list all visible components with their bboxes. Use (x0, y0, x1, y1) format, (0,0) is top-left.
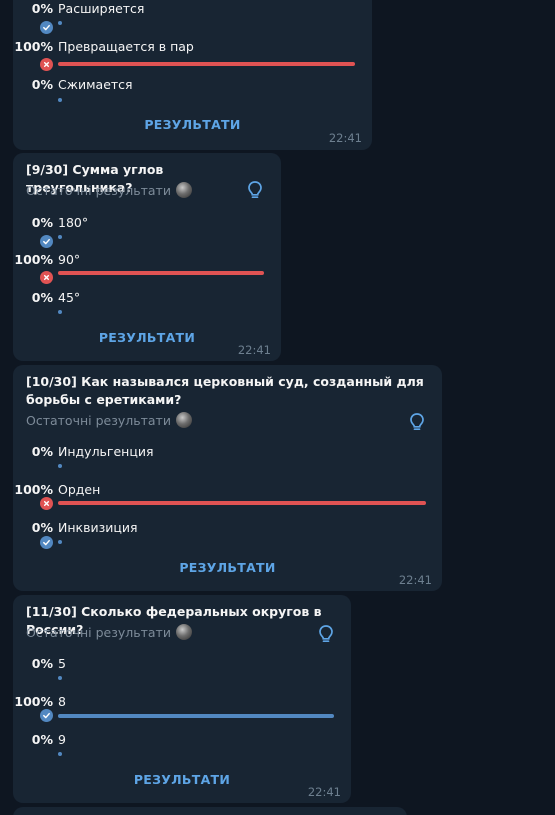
option-percent: 0% (31, 732, 53, 747)
next-message (13, 807, 407, 815)
option-text: Орден (58, 482, 101, 497)
results-button[interactable]: РЕЗУЛЬТАТИ (13, 772, 351, 787)
result-bar (58, 271, 264, 275)
results-button[interactable]: РЕЗУЛЬТАТИ (13, 560, 442, 575)
poll-option-3: 0% Сжимается (13, 76, 372, 112)
poll-option-2: 100% Превращается в пар (13, 38, 372, 74)
option-text: 45° (58, 290, 81, 305)
option-percent: 0% (31, 290, 53, 305)
poll-option-2: 100% 90° (13, 251, 281, 287)
poll-message-8: 0% Расширяется 100% Превращается в пар 0… (13, 0, 372, 150)
poll-subtitle: Остаточні результати (26, 182, 192, 198)
result-bar (58, 21, 62, 25)
voter-avatar (175, 412, 192, 428)
result-bar (58, 62, 355, 66)
voter-avatar (175, 182, 192, 198)
option-percent: 100% (14, 252, 53, 267)
option-text: Расширяется (58, 1, 145, 16)
poll-message-9: [9/30] Сумма углов треугольника? Остаточ… (13, 153, 281, 361)
cross-icon (40, 497, 53, 510)
result-bar (58, 714, 334, 718)
lightbulb-icon[interactable] (317, 624, 335, 644)
option-text: 180° (58, 215, 89, 230)
cross-icon (40, 271, 53, 284)
result-bar (58, 676, 62, 680)
poll-option-2: 100% Орден (13, 481, 442, 517)
poll-option-2: 100% 8 (13, 693, 351, 729)
poll-question: [10/30] Как назывался церковный суд, соз… (26, 374, 424, 407)
option-text: 5 (58, 656, 66, 671)
option-percent: 0% (31, 520, 53, 535)
option-percent: 0% (31, 77, 53, 92)
check-icon (40, 536, 53, 549)
option-text: Сжимается (58, 77, 133, 92)
option-text: 90° (58, 252, 81, 267)
option-text: 9 (58, 732, 66, 747)
message-time: 22:41 (237, 343, 271, 357)
poll-option-1: 0% 180° (13, 214, 281, 250)
results-button[interactable]: РЕЗУЛЬТАТИ (13, 117, 372, 132)
option-percent: 100% (14, 39, 53, 54)
option-percent: 0% (31, 656, 53, 671)
option-text: Индульгенция (58, 444, 154, 459)
poll-subtitle: Остаточні результати (26, 412, 192, 428)
poll-option-3: 0% 45° (13, 289, 281, 325)
result-bar (58, 501, 426, 505)
check-icon (40, 709, 53, 722)
poll-option-1: 0% 5 (13, 655, 351, 691)
option-percent: 0% (31, 215, 53, 230)
poll-option-3: 0% 9 (13, 731, 351, 767)
poll-option-1: 0% Индульгенция (13, 443, 442, 479)
cross-icon (40, 58, 53, 71)
option-percent: 0% (31, 1, 53, 16)
poll-option-1: 0% Расширяется (13, 0, 372, 36)
result-bar (58, 464, 62, 468)
option-percent: 0% (31, 444, 53, 459)
option-text: 8 (58, 694, 66, 709)
poll-message-11: [11/30] Сколько федеральных округов в Ро… (13, 595, 351, 803)
check-icon (40, 235, 53, 248)
lightbulb-icon[interactable] (246, 180, 264, 200)
result-bar (58, 540, 62, 544)
message-time: 22:41 (398, 573, 432, 587)
result-bar (58, 310, 62, 314)
message-time: 22:41 (307, 785, 341, 799)
poll-status-text: Остаточні результати (26, 412, 171, 428)
check-icon (40, 21, 53, 34)
option-text: Инквизиция (58, 520, 138, 535)
result-bar (58, 235, 62, 239)
poll-subtitle: Остаточні результати (26, 624, 192, 640)
lightbulb-icon[interactable] (408, 412, 426, 432)
option-text: Превращается в пар (58, 39, 194, 54)
poll-message-10: [10/30] Как назывался церковный суд, соз… (13, 365, 442, 591)
result-bar (58, 98, 62, 102)
poll-status-text: Остаточні результати (26, 182, 171, 198)
message-time: 22:41 (328, 131, 362, 145)
poll-option-3: 0% Инквизиция (13, 519, 442, 555)
result-bar (58, 752, 62, 756)
voter-avatar (175, 624, 192, 640)
poll-status-text: Остаточні результати (26, 624, 171, 640)
